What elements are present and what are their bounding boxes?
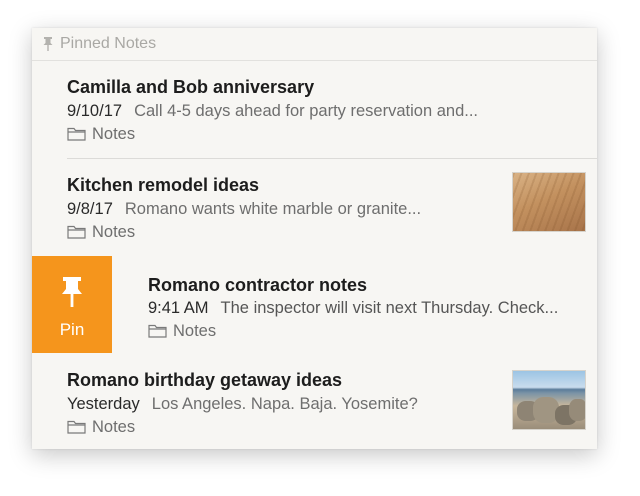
note-preview: Call 4-5 days ahead for party reservatio… xyxy=(134,102,479,120)
rock-shape xyxy=(569,399,585,421)
note-row[interactable]: Camilla and Bob anniversary 9/10/17 Call … xyxy=(32,61,597,159)
pin-icon xyxy=(62,277,82,307)
note-title: Romano birthday getaway ideas xyxy=(67,370,343,390)
note-thumbnail xyxy=(512,172,586,232)
pin-icon xyxy=(43,37,53,51)
note-preview: Romano wants white marble or granite... xyxy=(124,200,422,218)
pinned-notes-header: Pinned Notes xyxy=(32,28,597,61)
note-row[interactable]: Romano birthday getaway ideas Yesterday L… xyxy=(32,354,597,449)
note-folder: Notes xyxy=(67,223,135,242)
folder-name: Notes xyxy=(92,418,136,436)
folder-icon xyxy=(67,225,86,239)
folder-name: Notes xyxy=(173,322,217,340)
note-meta: 9:41 AM The inspector will visit next Thu… xyxy=(148,299,558,318)
note-folder: Notes xyxy=(148,322,216,341)
folder-name: Notes xyxy=(92,125,136,143)
note-meta: 9/8/17 Romano wants white marble or grani… xyxy=(67,200,421,219)
pinned-notes-label: Pinned Notes xyxy=(60,35,157,52)
note-date: 9/8/17 xyxy=(67,200,113,218)
note-title: Camilla and Bob anniversary xyxy=(67,77,315,97)
note-meta: 9/10/17 Call 4-5 days ahead for party res… xyxy=(67,102,478,121)
folder-icon xyxy=(67,420,86,434)
note-folder: Notes xyxy=(67,125,135,144)
notes-list: Pinned Notes Camilla and Bob anniversary… xyxy=(32,28,597,449)
note-date: 9:41 AM xyxy=(148,299,209,317)
note-preview: Los Angeles. Napa. Baja. Yosemite? xyxy=(151,395,418,413)
folder-icon xyxy=(67,127,86,141)
note-date: 9/10/17 xyxy=(67,102,123,120)
note-row[interactable]: Kitchen remodel ideas 9/8/17 Romano wants… xyxy=(32,159,597,253)
pin-button[interactable]: Pin xyxy=(32,256,112,353)
note-date: Yesterday xyxy=(67,395,140,413)
note-content: Romano contractor notes 9:41 AM The inspe… xyxy=(112,256,597,353)
note-meta: Yesterday Los Angeles. Napa. Baja. Yosemi… xyxy=(67,395,418,414)
note-folder: Notes xyxy=(67,418,135,437)
folder-name: Notes xyxy=(92,223,136,241)
pin-label: Pin xyxy=(59,320,85,339)
note-row-swiped[interactable]: Pin Romano contractor notes 9:41 AM The i… xyxy=(32,256,597,353)
note-thumbnail xyxy=(512,370,586,430)
note-title: Romano contractor notes xyxy=(148,275,368,295)
folder-icon xyxy=(148,324,167,338)
note-title: Kitchen remodel ideas xyxy=(67,175,260,195)
note-preview: The inspector will visit next Thursday. … xyxy=(220,299,559,317)
